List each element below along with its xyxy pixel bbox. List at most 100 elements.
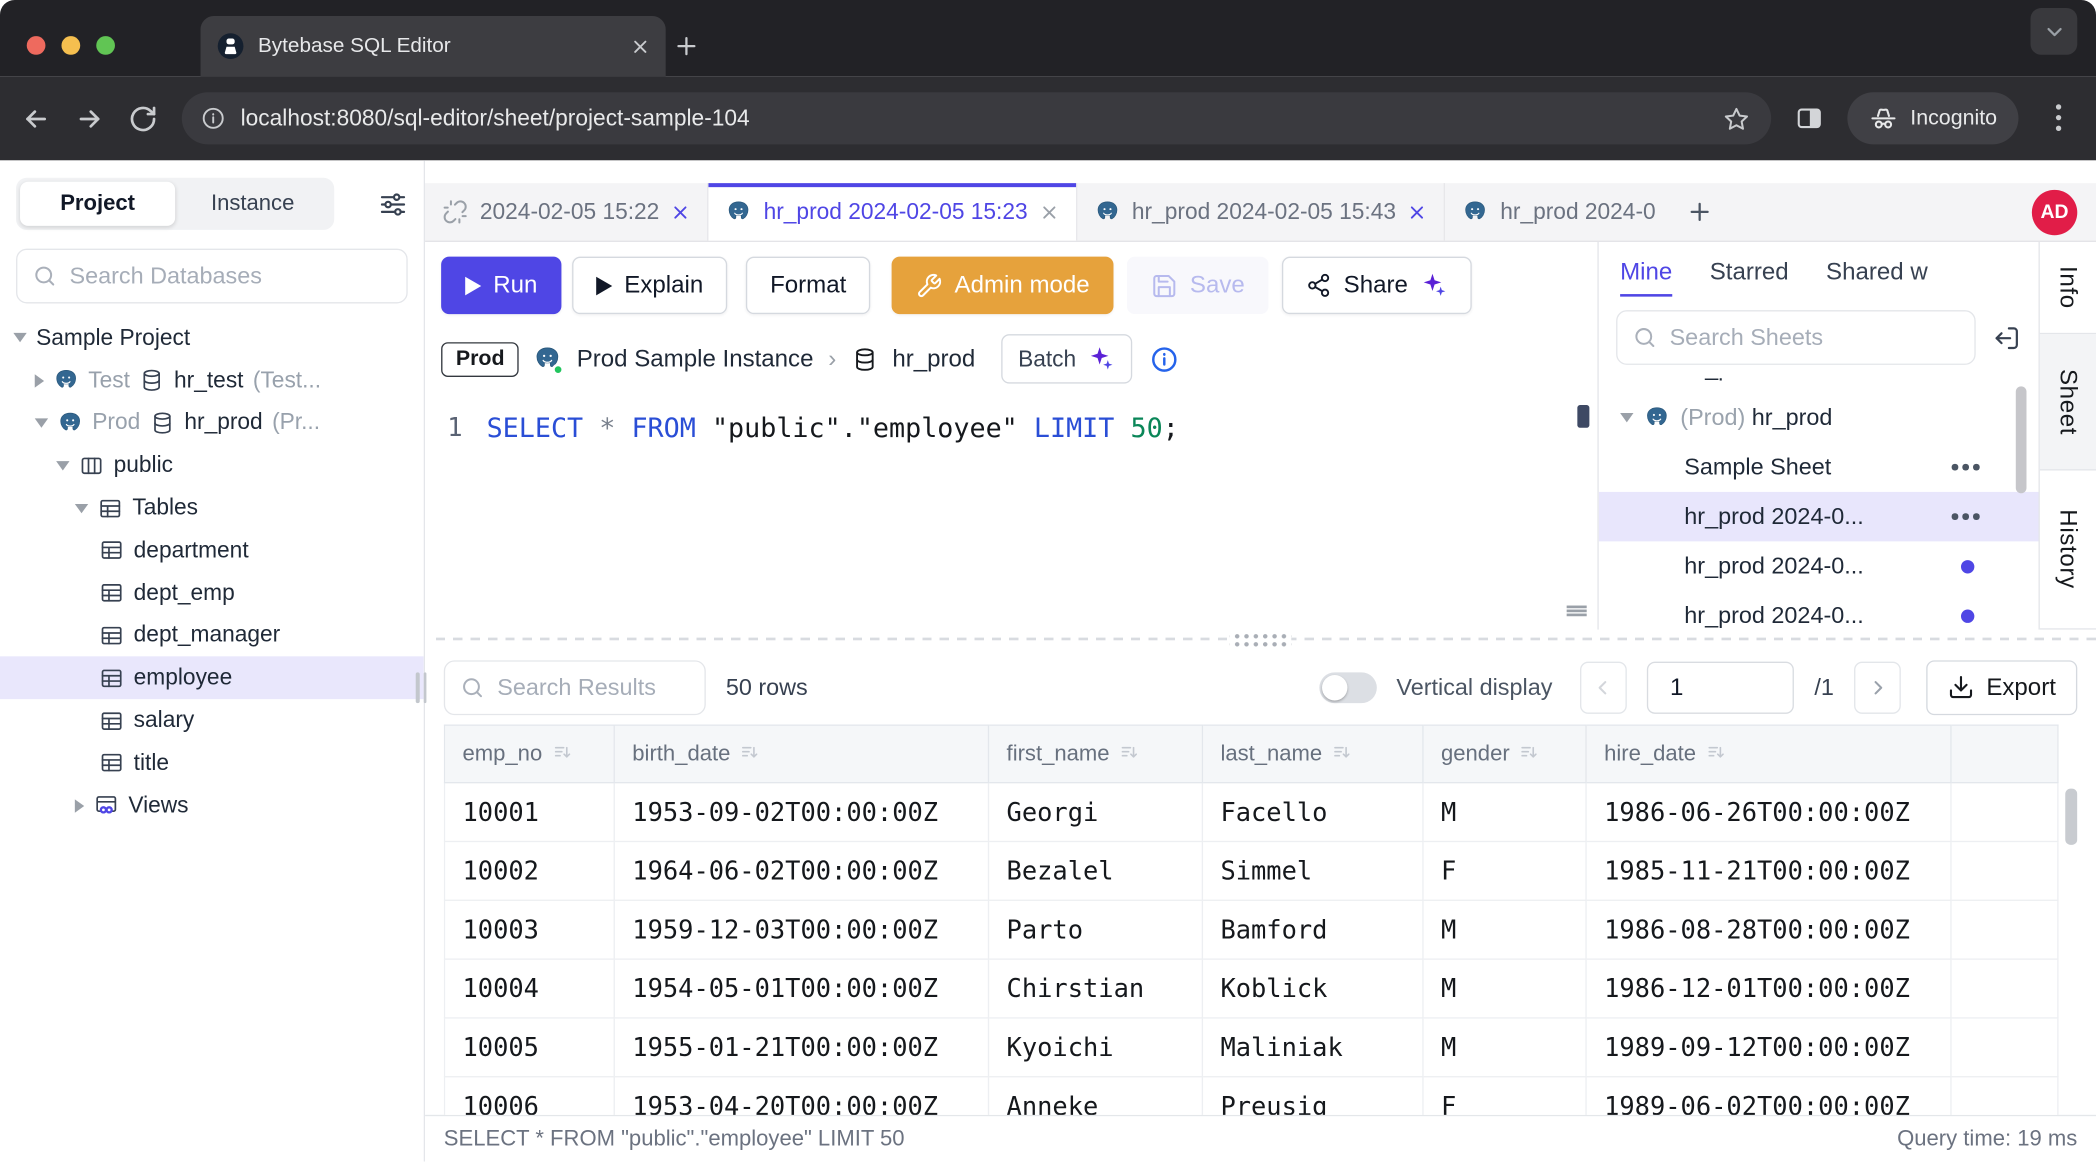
sort-icon[interactable]: [1705, 741, 1726, 762]
table-cell[interactable]: M: [1423, 1018, 1586, 1077]
tree-item-table-department[interactable]: department: [0, 529, 424, 572]
sheet-item[interactable]: hr_prod 2024-0...: [1599, 378, 2039, 393]
forward-icon[interactable]: [75, 104, 104, 133]
tree-item-table-dept-emp[interactable]: dept_emp: [0, 572, 424, 615]
table-cell[interactable]: Chirstian: [989, 959, 1203, 1018]
share-button[interactable]: Share: [1282, 257, 1472, 314]
format-button[interactable]: Format: [746, 257, 870, 314]
table-cell[interactable]: M: [1423, 783, 1586, 842]
search-results-input[interactable]: Search Results: [444, 660, 706, 715]
environment-chip[interactable]: Prod: [441, 342, 519, 377]
vertical-display-toggle[interactable]: [1319, 672, 1376, 703]
editor-tab[interactable]: hr_prod 2024-0: [1445, 183, 1673, 240]
address-bar[interactable]: localhost:8080/sql-editor/sheet/project-…: [182, 92, 1771, 144]
zoom-window-button[interactable]: [96, 36, 115, 55]
browser-tab[interactable]: Bytebase SQL Editor: [201, 16, 666, 76]
tree-item-table-title[interactable]: title: [0, 742, 424, 785]
editor-resize-grip[interactable]: [1567, 606, 1587, 617]
editor-tab[interactable]: hr_prod 2024-02-05 15:23: [709, 183, 1077, 240]
tree-item-table-employee[interactable]: employee: [0, 657, 424, 700]
table-cell[interactable]: 1954-05-01T00:00:00Z: [614, 959, 988, 1018]
browser-menu-icon[interactable]: [2056, 104, 2061, 133]
close-tab-icon[interactable]: [631, 37, 650, 56]
table-cell[interactable]: 10003: [444, 900, 614, 959]
tree-item-views-group[interactable]: Views: [0, 784, 424, 827]
database-name[interactable]: hr_prod: [892, 345, 975, 373]
tab-project[interactable]: Project: [20, 182, 175, 226]
batch-button[interactable]: Batch: [1001, 334, 1133, 383]
sort-icon[interactable]: [552, 741, 573, 762]
collapse-panel-icon[interactable]: [1992, 323, 2021, 352]
table-cell[interactable]: 1986-08-28T00:00:00Z: [1586, 900, 1951, 959]
table-cell[interactable]: 1953-09-02T00:00:00Z: [614, 783, 988, 842]
caret-right-icon[interactable]: [35, 374, 44, 387]
table-cell[interactable]: 10006: [444, 1077, 614, 1115]
back-icon[interactable]: [21, 104, 50, 133]
column-header-hire_date[interactable]: hire_date: [1586, 725, 1951, 782]
table-cell[interactable]: Bezalel: [989, 841, 1203, 900]
sql-editor[interactable]: 1 SELECT * FROM "public"."employee" LIMI…: [425, 397, 1597, 630]
editor-tab[interactable]: 2024-02-05 15:22: [425, 183, 709, 240]
table-cell[interactable]: F: [1423, 1077, 1586, 1115]
sheet-item[interactable]: Sample Sheet: [1599, 442, 2039, 491]
tree-item-tables-group[interactable]: Tables: [0, 487, 424, 530]
table-cell[interactable]: M: [1423, 900, 1586, 959]
caret-down-icon[interactable]: [13, 333, 26, 342]
sheet-item[interactable]: hr_prod 2024-0...: [1599, 591, 2039, 630]
tab-starred[interactable]: Starred: [1710, 258, 1789, 297]
admin-mode-button[interactable]: Admin mode: [892, 257, 1114, 314]
sheet-database-row[interactable]: (Prod) hr_prod: [1599, 393, 2039, 442]
search-sheets-input[interactable]: Search Sheets: [1616, 310, 1976, 365]
tree-item-schema-public[interactable]: public: [0, 444, 424, 487]
avatar[interactable]: AD: [2032, 189, 2077, 234]
tab-search-button[interactable]: [2030, 8, 2077, 55]
table-cell[interactable]: Maliniak: [1202, 1018, 1423, 1077]
caret-down-icon[interactable]: [1620, 413, 1633, 422]
tree-item-db-hr-test[interactable]: Testhr_test (Test...: [0, 359, 424, 402]
table-cell[interactable]: Georgi: [989, 783, 1203, 842]
close-tab-icon[interactable]: [1040, 203, 1059, 222]
column-header-gender[interactable]: gender: [1423, 725, 1586, 782]
grid-scrollbar-thumb[interactable]: [2065, 789, 2077, 845]
search-databases-input[interactable]: Search Databases: [16, 249, 408, 304]
splitter-drag-handle[interactable]: [1230, 631, 1291, 647]
table-cell[interactable]: Facello: [1202, 783, 1423, 842]
table-cell[interactable]: Preusig: [1202, 1077, 1423, 1115]
export-button[interactable]: Export: [1926, 660, 2077, 715]
tree-item-table-dept-manager[interactable]: dept_manager: [0, 614, 424, 657]
prev-page-button[interactable]: [1581, 661, 1628, 713]
bookmark-star-icon[interactable]: [1723, 105, 1750, 132]
table-cell[interactable]: 1959-12-03T00:00:00Z: [614, 900, 988, 959]
table-cell[interactable]: Kyoichi: [989, 1018, 1203, 1077]
column-header-last_name[interactable]: last_name: [1202, 725, 1423, 782]
horizontal-splitter[interactable]: [425, 630, 2096, 647]
table-cell[interactable]: 1989-06-02T00:00:00Z: [1586, 1077, 1951, 1115]
table-cell[interactable]: 1985-11-21T00:00:00Z: [1586, 841, 1951, 900]
close-window-button[interactable]: [27, 36, 46, 55]
site-info-icon[interactable]: [201, 106, 226, 131]
tree-item-db-hr-prod[interactable]: Prodhr_prod (Pr...: [0, 402, 424, 445]
table-cell[interactable]: 10005: [444, 1018, 614, 1077]
table-cell[interactable]: 10004: [444, 959, 614, 1018]
caret-down-icon[interactable]: [35, 418, 48, 427]
table-cell[interactable]: F: [1423, 841, 1586, 900]
caret-right-icon[interactable]: [75, 799, 84, 812]
table-cell[interactable]: 1986-12-01T00:00:00Z: [1586, 959, 1951, 1018]
table-cell[interactable]: M: [1423, 959, 1586, 1018]
table-cell[interactable]: 1955-01-21T00:00:00Z: [614, 1018, 988, 1077]
tab-mine[interactable]: Mine: [1620, 258, 1672, 297]
next-page-button[interactable]: [1854, 661, 1901, 713]
table-cell[interactable]: 1964-06-02T00:00:00Z: [614, 841, 988, 900]
caret-down-icon[interactable]: [56, 461, 69, 470]
table-cell[interactable]: 10002: [444, 841, 614, 900]
sort-icon[interactable]: [1119, 741, 1140, 762]
table-cell[interactable]: 1953-04-20T00:00:00Z: [614, 1077, 988, 1115]
sort-icon[interactable]: [1519, 741, 1540, 762]
filter-settings-icon[interactable]: [378, 189, 407, 218]
sort-icon[interactable]: [1332, 741, 1353, 762]
more-actions-icon[interactable]: [1952, 464, 1980, 470]
tab-info[interactable]: Info: [2040, 242, 2096, 335]
close-tab-icon[interactable]: [671, 203, 690, 222]
explain-button[interactable]: Explain: [572, 257, 727, 314]
save-button[interactable]: Save: [1127, 257, 1269, 314]
